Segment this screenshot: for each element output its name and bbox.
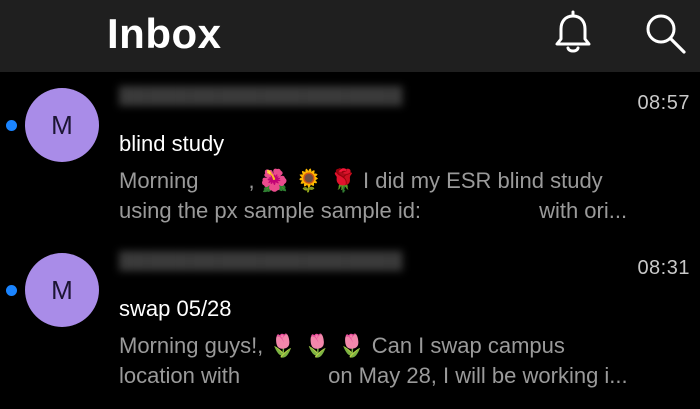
tulip-emojis: 🌷 🌷 🌷 [269, 334, 366, 359]
preview-text: , [248, 168, 255, 193]
sender-name-redacted: ████████████████████ [119, 86, 403, 106]
message-subject: blind study [119, 131, 225, 156]
message-time: 08:57 [637, 92, 690, 114]
preview-text: Morning [119, 168, 199, 193]
message-preview: Morning guys!, 🌷 🌷 🌷 Can I swap campus l… [119, 331, 689, 391]
unread-indicator [6, 120, 17, 131]
app-header: Inbox [0, 0, 700, 72]
preview-text: using the px sample sample id: [119, 198, 422, 223]
preview-text: with ori... [539, 198, 628, 223]
message-preview: Morning, 🌺 🌻 🌹 I did my ESR blind study … [119, 166, 689, 226]
flower-emojis: 🌺 🌻 🌹 [260, 169, 357, 194]
message-time: 08:31 [637, 257, 690, 279]
bell-icon[interactable] [550, 10, 596, 56]
message-item[interactable]: M ████████████████████ 08:57 blind study… [0, 80, 700, 240]
preview-text: on May 28, I will be working i... [328, 363, 628, 388]
avatar: M [25, 253, 99, 327]
preview-text: Can I swap campus [365, 333, 565, 358]
unread-indicator [6, 285, 17, 296]
search-icon[interactable] [642, 10, 688, 56]
message-subject: swap 05/28 [119, 296, 232, 321]
page-title: Inbox [107, 10, 222, 57]
preview-text: Morning guys!, [119, 333, 264, 358]
message-item[interactable]: M ████████████████████ 08:31 swap 05/28 … [0, 245, 700, 405]
preview-text: I did my ESR blind study [356, 168, 603, 193]
avatar: M [25, 88, 99, 162]
sender-name-redacted: ████████████████████ [119, 251, 403, 271]
preview-text: location with [119, 363, 241, 388]
